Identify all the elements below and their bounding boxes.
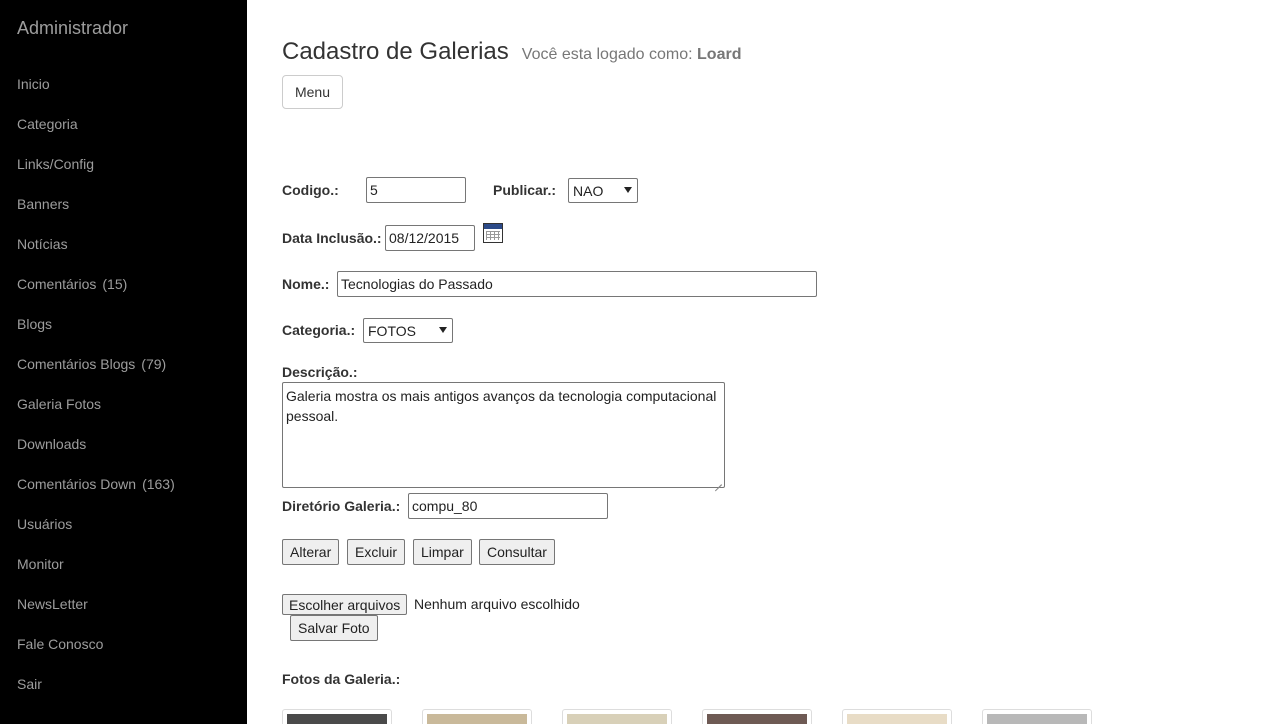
- sidebar-item-label: NewsLetter: [17, 596, 88, 612]
- count-badge: (163): [142, 476, 175, 492]
- diretorio-input[interactable]: [408, 493, 608, 519]
- logged-in-info: Você esta logado como: Loard: [522, 46, 742, 64]
- gallery-thumbnail[interactable]: [842, 709, 952, 724]
- descricao-textarea[interactable]: Galeria mostra os mais antigos avanços d…: [282, 382, 725, 488]
- sidebar-item-label: Comentários: [17, 276, 97, 292]
- chevron-down-icon: [624, 187, 632, 193]
- sidebar-item-downloads[interactable]: Downloads: [0, 424, 247, 464]
- thumbnail-image: [567, 714, 667, 724]
- thumbnail-image: [707, 714, 807, 724]
- sidebar-item-label: Banners: [17, 196, 70, 212]
- gallery-thumbnail[interactable]: [282, 709, 392, 724]
- limpar-button[interactable]: Limpar: [413, 539, 472, 565]
- page-title: Cadastro de Galerias: [282, 38, 509, 65]
- sidebar-item-label: Links/Config: [17, 156, 95, 172]
- calendar-icon[interactable]: [483, 223, 503, 243]
- gallery-title: Fotos da Galeria.:: [282, 671, 401, 687]
- descricao-label: Descrição.:: [282, 364, 358, 380]
- sidebar-item-comentarios[interactable]: Comentários (15): [0, 264, 247, 304]
- publicar-selected-value: NAO: [573, 182, 604, 199]
- choose-files-button[interactable]: Escolher arquivos: [282, 594, 408, 615]
- gallery-thumbnail[interactable]: [422, 709, 532, 724]
- gallery-thumbnail[interactable]: [702, 709, 812, 724]
- thumbnail-image: [427, 714, 527, 724]
- sidebar-item-comentarios-down[interactable]: Comentários Down (163): [0, 464, 247, 504]
- sidebar-item-label: Categoria: [17, 116, 78, 132]
- categoria-label: Categoria.:: [282, 322, 356, 338]
- calendar-header: [484, 224, 502, 229]
- publicar-select[interactable]: NAO: [568, 178, 638, 203]
- sidebar-nav: Inicio Categoria Links/Config Banners No…: [0, 64, 247, 704]
- resize-handle-icon[interactable]: [714, 477, 722, 485]
- sidebar-item-comentarios-blogs[interactable]: Comentários Blogs (79): [0, 344, 247, 384]
- sidebar-item-label: Comentários Down: [17, 476, 137, 492]
- data-inclusao-input[interactable]: [385, 225, 475, 251]
- sidebar-item-label: Comentários Blogs: [17, 356, 136, 372]
- sidebar-item-galeria-fotos[interactable]: Galeria Fotos: [0, 384, 247, 424]
- sidebar-item-usuarios[interactable]: Usuários: [0, 504, 247, 544]
- sidebar-item-label: Notícias: [17, 236, 68, 252]
- sidebar-item-label: Fale Conosco: [17, 636, 104, 652]
- sidebar-item-label: Blogs: [17, 316, 53, 332]
- sidebar-item-label: Galeria Fotos: [17, 396, 102, 412]
- page-header: Cadastro de Galerias Você esta logado co…: [282, 38, 741, 66]
- thumbnail-image: [287, 714, 387, 724]
- sidebar-item-monitor[interactable]: Monitor: [0, 544, 247, 584]
- excluir-button[interactable]: Excluir: [347, 539, 406, 565]
- codigo-input[interactable]: [366, 177, 466, 203]
- sidebar-item-sair[interactable]: Sair: [0, 664, 247, 704]
- sidebar-item-banners[interactable]: Banners: [0, 184, 247, 224]
- save-photo-button[interactable]: Salvar Foto: [290, 615, 378, 641]
- thumbnail-image: [847, 714, 947, 724]
- descricao-text: Galeria mostra os mais antigos avanços d…: [286, 388, 717, 424]
- count-badge: (15): [102, 276, 128, 292]
- diretorio-label: Diretório Galeria.:: [282, 498, 401, 514]
- gallery-thumbnail[interactable]: [562, 709, 672, 724]
- brand-title[interactable]: Administrador: [17, 18, 128, 39]
- gallery-thumbnail[interactable]: [982, 709, 1092, 724]
- sidebar-item-label: Sair: [17, 676, 42, 692]
- consultar-button[interactable]: Consultar: [479, 539, 555, 565]
- logged-user: Loard: [697, 46, 742, 63]
- sidebar-item-inicio[interactable]: Inicio: [0, 64, 247, 104]
- sidebar-item-label: Inicio: [17, 76, 50, 92]
- sidebar-item-blogs[interactable]: Blogs: [0, 304, 247, 344]
- logged-prefix: Você esta logado como:: [521, 46, 693, 63]
- menu-button[interactable]: Menu: [282, 75, 343, 109]
- nome-label: Nome.:: [282, 276, 330, 292]
- categoria-select[interactable]: FOTOS: [363, 318, 453, 343]
- sidebar-item-label: Monitor: [17, 556, 64, 572]
- codigo-label: Codigo.:: [282, 182, 339, 198]
- calendar-grid: [486, 231, 500, 240]
- sidebar-item-categoria[interactable]: Categoria: [0, 104, 247, 144]
- file-status: Nenhum arquivo escolhido: [414, 596, 580, 612]
- categoria-selected-value: FOTOS: [368, 322, 416, 339]
- thumbnail-image: [987, 714, 1087, 724]
- sidebar-item-links-config[interactable]: Links/Config: [0, 144, 247, 184]
- data-inclusao-label: Data Inclusão.:: [282, 230, 382, 246]
- sidebar-item-noticias[interactable]: Notícias: [0, 224, 247, 264]
- sidebar-item-newsletter[interactable]: NewsLetter: [0, 584, 247, 624]
- nome-input[interactable]: [337, 271, 817, 297]
- sidebar-item-label: Usuários: [17, 516, 73, 532]
- chevron-down-icon: [439, 327, 447, 333]
- publicar-label: Publicar.:: [493, 182, 557, 198]
- count-badge: (79): [141, 356, 167, 372]
- sidebar: Administrador Inicio Categoria Links/Con…: [0, 0, 247, 724]
- sidebar-item-label: Downloads: [17, 436, 87, 452]
- main-content: Cadastro de Galerias Você esta logado co…: [282, 0, 1288, 724]
- sidebar-item-fale-conosco[interactable]: Fale Conosco: [0, 624, 247, 664]
- alterar-button[interactable]: Alterar: [282, 539, 340, 565]
